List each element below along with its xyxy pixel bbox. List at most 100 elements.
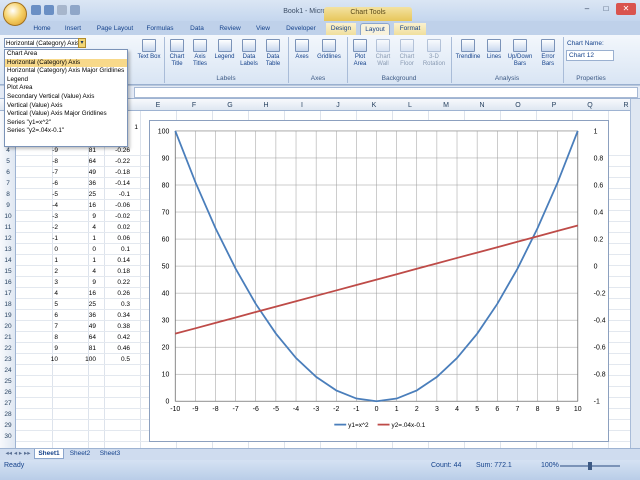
row-header-6[interactable]: 6 [0,167,16,178]
column-header-k[interactable]: K [356,100,392,111]
dropdown-option[interactable]: Horizontal (Category) Axis [5,58,127,68]
dropdown-option[interactable]: Legend [5,76,127,85]
row-header-9[interactable]: 9 [0,200,16,211]
table-cell[interactable]: 25 [68,189,96,200]
row-header-25[interactable]: 25 [0,376,16,387]
table-cell[interactable]: 0.38 [102,321,130,332]
dropdown-option[interactable]: Secondary Vertical (Value) Axis [5,93,127,102]
table-cell[interactable]: -1 [30,233,58,244]
office-button[interactable] [3,2,27,26]
table-cell[interactable]: 36 [68,178,96,189]
table-cell[interactable]: -4 [30,200,58,211]
table-cell[interactable]: 25 [68,299,96,310]
table-cell[interactable]: 16 [68,200,96,211]
row-header-22[interactable]: 22 [0,343,16,354]
row-header-7[interactable]: 7 [0,178,16,189]
table-cell[interactable]: 9 [68,211,96,222]
dropdown-option[interactable]: Horizontal (Category) Axis Major Gridlin… [5,67,127,76]
up-down-bars-button[interactable]: Up/Down Bars [505,38,535,74]
table-cell[interactable]: 2 [30,266,58,277]
table-cell[interactable]: -0.1 [102,189,130,200]
row-header-5[interactable]: 5 [0,156,16,167]
zoom-level[interactable]: 100% [541,462,559,469]
error-bars-button[interactable]: Error Bars [536,38,560,74]
table-cell[interactable]: 0.22 [102,277,130,288]
dropdown-option[interactable]: Chart Area [5,50,127,59]
chart-wall-button[interactable]: Chart Wall [372,38,394,74]
close-button[interactable]: ✕ [616,3,636,15]
lines-button[interactable]: Lines [484,38,504,74]
column-header-n[interactable]: N [464,100,500,111]
chart[interactable]: -10 -9 -8 -7 -6 -5 -4 -3 -2 -1 0 1 2 3 4 5 6 7 8 9 100102030… [149,120,609,442]
table-cell[interactable]: 4 [68,266,96,277]
table-cell[interactable]: 0.3 [102,299,130,310]
column-header-l[interactable]: L [392,100,428,111]
data-labels-button[interactable]: Data Labels [238,38,260,74]
row-header-26[interactable]: 26 [0,387,16,398]
table-cell[interactable]: 7 [30,321,58,332]
table-cell[interactable]: 0.1 [102,244,130,255]
table-cell[interactable]: 0.46 [102,343,130,354]
formula-input[interactable] [134,87,638,98]
table-cell[interactable]: -0.22 [102,156,130,167]
table-cell[interactable]: -0.18 [102,167,130,178]
table-cell[interactable]: 49 [68,321,96,332]
row-header-8[interactable]: 8 [0,189,16,200]
row-header-30[interactable]: 30 [0,431,16,442]
sheet-nav-icon[interactable]: ◂◂ ◂ ▸ ▸▸ [4,449,32,459]
row-header-19[interactable]: 19 [0,310,16,321]
table-cell[interactable]: 9 [68,277,96,288]
table-cell[interactable]: -6 [30,178,58,189]
row-header-12[interactable]: 12 [0,233,16,244]
table-cell[interactable]: 3 [30,277,58,288]
table-cell[interactable]: 0.34 [102,310,130,321]
dropdown-option[interactable]: Series "y1=x^2" [5,119,127,128]
row-header-15[interactable]: 15 [0,266,16,277]
tab-page-layout[interactable]: Page Layout [95,23,135,35]
chart-title-button[interactable]: Chart Title [166,38,188,74]
table-cell[interactable]: 0.18 [102,266,130,277]
row-header-13[interactable]: 13 [0,244,16,255]
column-header-p[interactable]: P [536,100,572,111]
dropdown-option[interactable]: Vertical (Value) Axis Major Gridlines [5,110,127,119]
column-header-e[interactable]: E [140,100,176,111]
tab-view[interactable]: View [252,23,274,35]
row-header-14[interactable]: 14 [0,255,16,266]
column-header-f[interactable]: F [176,100,212,111]
data-table-button[interactable]: Data Table [261,38,285,74]
table-cell[interactable]: 4 [68,222,96,233]
table-cell[interactable]: 0.02 [102,222,130,233]
table-cell[interactable]: -5 [30,189,58,200]
table-cell[interactable]: 64 [68,332,96,343]
table-cell[interactable]: 16 [68,288,96,299]
tab-design[interactable]: Design [326,23,356,35]
table-cell[interactable]: -3 [30,211,58,222]
row-header-28[interactable]: 28 [0,409,16,420]
sheet-tab-1[interactable]: Sheet1 [34,449,64,459]
row-header-27[interactable]: 27 [0,398,16,409]
zoom-slider-thumb[interactable] [588,462,592,470]
row-header-29[interactable]: 29 [0,420,16,431]
column-header-m[interactable]: M [428,100,464,111]
table-cell[interactable]: 4 [30,288,58,299]
table-cell[interactable]: 8 [30,332,58,343]
trendline-button[interactable]: Trendline [453,38,483,74]
dropdown-option[interactable]: Series "y2=.04x-0.1" [5,127,127,136]
table-cell[interactable]: 9 [30,343,58,354]
table-cell[interactable]: 0.26 [102,288,130,299]
table-cell[interactable]: 36 [68,310,96,321]
table-cell[interactable]: 1 [68,255,96,266]
table-cell[interactable]: 49 [68,167,96,178]
row-header-23[interactable]: 23 [0,354,16,365]
legend-button[interactable]: Legend [212,38,237,74]
column-header-o[interactable]: O [500,100,536,111]
table-cell[interactable]: 0.5 [102,354,130,365]
table-cell[interactable]: 5 [30,299,58,310]
table-cell[interactable]: 6 [30,310,58,321]
table-cell[interactable]: -8 [30,156,58,167]
table-cell[interactable]: 64 [68,156,96,167]
table-cell[interactable]: 10 [30,354,58,365]
table-cell[interactable]: 0.06 [102,233,130,244]
row-header-10[interactable]: 10 [0,211,16,222]
table-cell[interactable]: -0.06 [102,200,130,211]
